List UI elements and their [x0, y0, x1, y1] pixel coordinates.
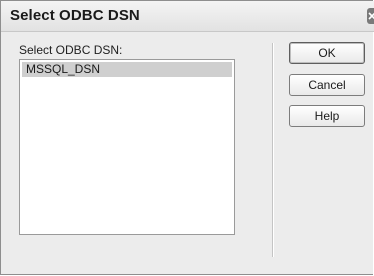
vertical-separator — [272, 43, 274, 257]
close-icon — [368, 12, 374, 20]
dsn-listbox[interactable]: MSSQL_DSN — [19, 59, 235, 235]
ok-button[interactable]: OK — [289, 42, 365, 64]
help-button[interactable]: Help — [289, 105, 365, 127]
title-bar[interactable]: Select ODBC DSN — [1, 1, 374, 32]
dsn-list-label: Select ODBC DSN: — [19, 43, 123, 57]
select-odbc-dsn-dialog: Select ODBC DSN Select ODBC DSN: MSSQL_D… — [0, 0, 374, 275]
dialog-title: Select ODBC DSN — [10, 7, 140, 24]
list-item[interactable]: MSSQL_DSN — [22, 62, 232, 77]
close-button[interactable] — [367, 8, 374, 24]
cancel-button[interactable]: Cancel — [289, 74, 365, 96]
